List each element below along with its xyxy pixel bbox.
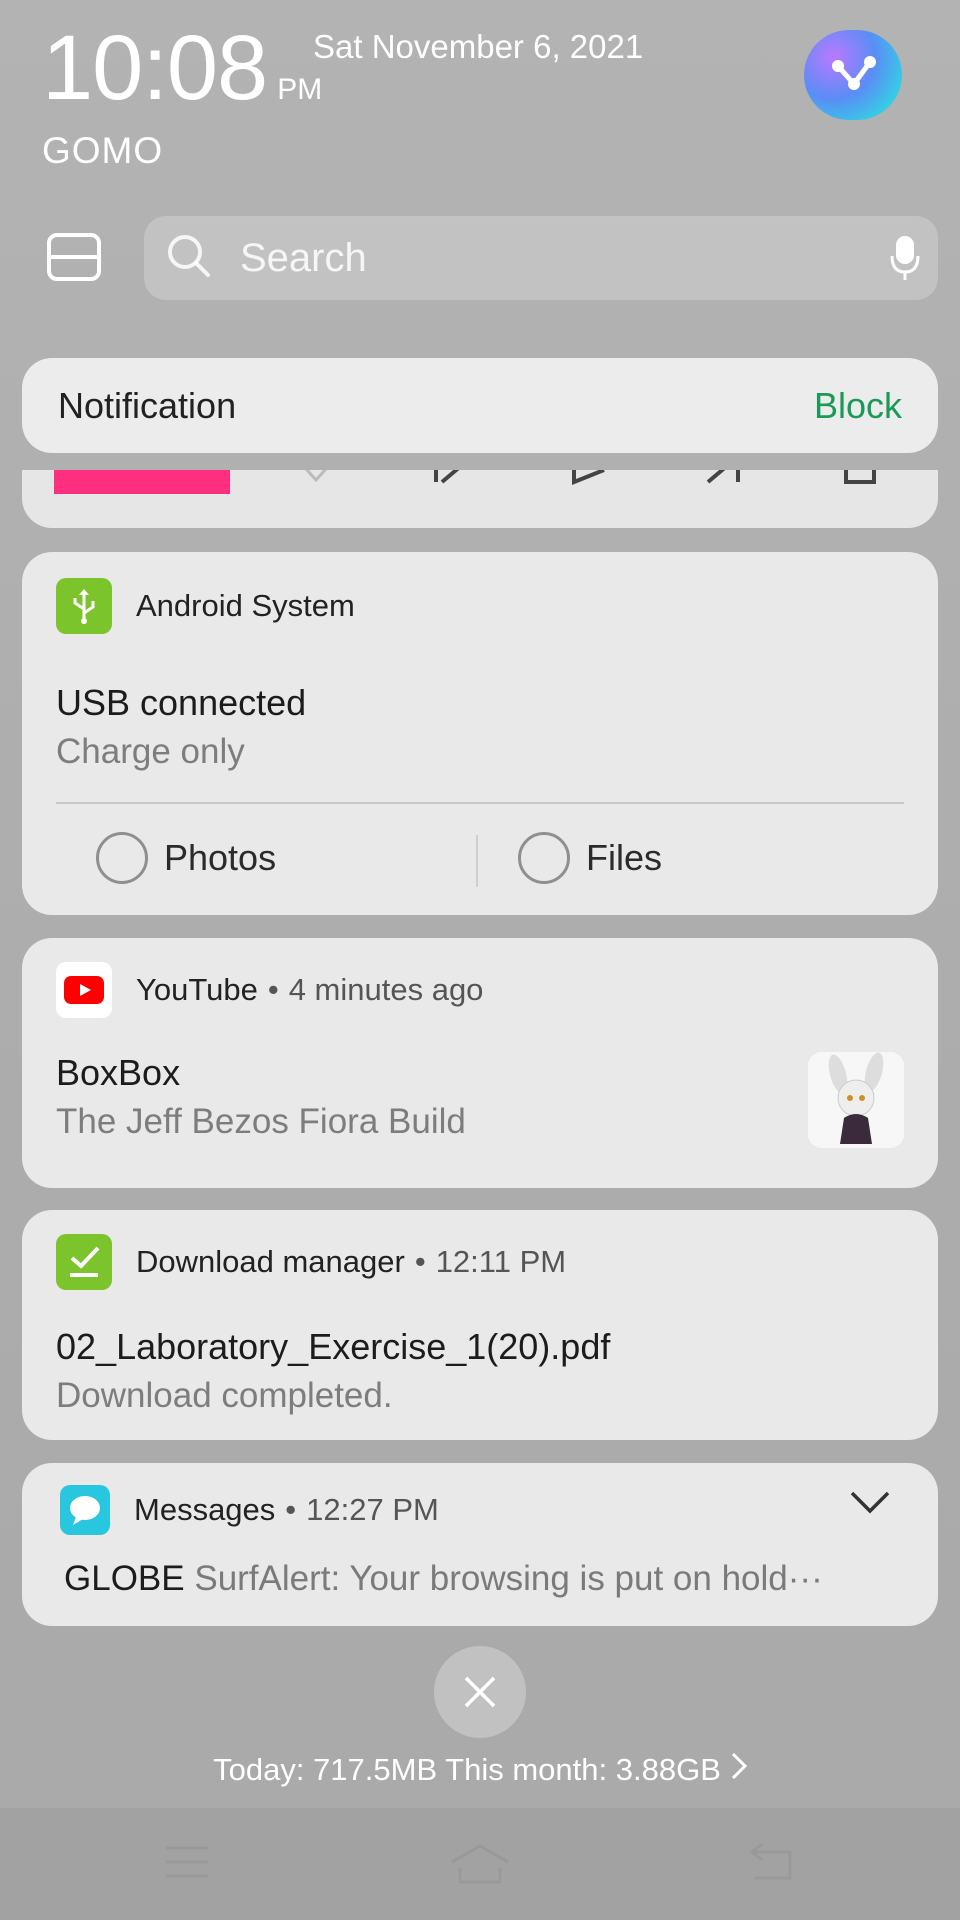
- clear-all-button[interactable]: [434, 1646, 526, 1738]
- notification-header: Android System: [56, 578, 355, 634]
- clock-ampm: PM: [277, 73, 323, 106]
- notification-time: 12:27 PM: [306, 1492, 439, 1527]
- separator-dot: •: [285, 1492, 297, 1527]
- media-player-card[interactable]: [22, 470, 938, 528]
- youtube-notification[interactable]: YouTube • 4 minutes ago BoxBox The Jeff …: [22, 938, 938, 1188]
- scan-icon[interactable]: [46, 232, 102, 282]
- files-option[interactable]: Files: [518, 832, 662, 884]
- previous-icon[interactable]: [432, 470, 472, 488]
- notification-label: Notification: [58, 384, 237, 426]
- next-icon[interactable]: [704, 470, 744, 488]
- microphone-icon[interactable]: [890, 234, 920, 287]
- separator-dot: •: [414, 1244, 426, 1279]
- playlist-icon[interactable]: [842, 470, 882, 488]
- app-name: Messages: [134, 1492, 276, 1527]
- notification-settings-bar: Notification Block: [22, 358, 938, 453]
- message-text: SurfAlert: Your browsing is put on hold: [194, 1559, 788, 1598]
- divider: [56, 802, 904, 804]
- expand-chevron-icon[interactable]: [850, 1491, 890, 1520]
- video-thumbnail: [808, 1052, 904, 1148]
- notification-time: 4 minutes ago: [288, 972, 484, 1007]
- app-name: YouTube: [136, 972, 258, 1007]
- separator-dot: •: [267, 972, 279, 1007]
- notification-header: Messages • 12:27 PM: [60, 1485, 439, 1535]
- search-placeholder: Search: [240, 235, 367, 280]
- assistant-app-icon[interactable]: [804, 30, 902, 120]
- notification-title: BoxBox: [56, 1052, 181, 1093]
- chat-bubble-icon: [60, 1485, 110, 1535]
- close-icon: [464, 1676, 496, 1708]
- notification-time: 12:11 PM: [435, 1244, 567, 1279]
- search-icon: [166, 233, 212, 284]
- notification-header: Download manager • 12:11 PM: [56, 1234, 566, 1290]
- files-label: Files: [586, 837, 663, 878]
- media-progress-bar: [54, 470, 230, 494]
- android-system-notification[interactable]: Android System USB connected Charge only…: [22, 552, 938, 915]
- chevron-right-icon: [731, 1752, 747, 1788]
- app-name: Android System: [136, 588, 355, 623]
- clock-time: 10:08: [42, 17, 268, 119]
- play-icon[interactable]: [570, 470, 610, 488]
- heart-icon[interactable]: [294, 470, 338, 486]
- usb-icon: [56, 578, 112, 634]
- navigation-bar: [0, 1808, 960, 1920]
- message-preview: GLOBE SurfAlert: Your browsing is put on…: [64, 1559, 914, 1599]
- message-sender: GLOBE: [64, 1559, 185, 1598]
- download-notification[interactable]: Download manager • 12:11 PM 02_Laborator…: [22, 1210, 938, 1440]
- message-ellipsis: ···: [787, 1559, 823, 1598]
- photos-label: Photos: [164, 837, 277, 878]
- clock: 10:08 PM: [42, 22, 322, 114]
- data-usage-text: Today: 717.5MB This month: 3.88GB: [213, 1752, 721, 1787]
- notification-subtitle: Charge only: [56, 732, 245, 771]
- notification-subtitle: Download completed.: [56, 1376, 393, 1415]
- data-usage-link[interactable]: Today: 717.5MB This month: 3.88GB: [0, 1752, 960, 1788]
- download-check-icon: [56, 1234, 112, 1290]
- notification-subtitle: The Jeff Bezos Fiora Build: [56, 1102, 466, 1141]
- notification-header: YouTube • 4 minutes ago: [56, 962, 483, 1018]
- home-icon[interactable]: [448, 1842, 512, 1886]
- status-header: 10:08 PM GOMO: [42, 22, 322, 172]
- carrier-name: GOMO: [42, 130, 164, 171]
- search-bar[interactable]: Search: [144, 216, 938, 300]
- youtube-icon: [56, 962, 112, 1018]
- notification-title: 02_Laboratory_Exercise_1(20).pdf: [56, 1326, 611, 1367]
- option-divider: [476, 835, 478, 887]
- photos-option[interactable]: Photos: [96, 832, 276, 884]
- back-icon[interactable]: [748, 1842, 794, 1882]
- block-button[interactable]: Block: [814, 385, 902, 427]
- app-name: Download manager: [136, 1244, 405, 1279]
- radio-button[interactable]: [518, 832, 570, 884]
- messages-notification[interactable]: Messages • 12:27 PM GLOBE SurfAlert: You…: [22, 1463, 938, 1626]
- date-label: Sat November 6, 2021: [313, 28, 644, 65]
- notification-title: USB connected: [56, 682, 307, 723]
- menu-icon[interactable]: [164, 1842, 210, 1882]
- radio-button[interactable]: [96, 832, 148, 884]
